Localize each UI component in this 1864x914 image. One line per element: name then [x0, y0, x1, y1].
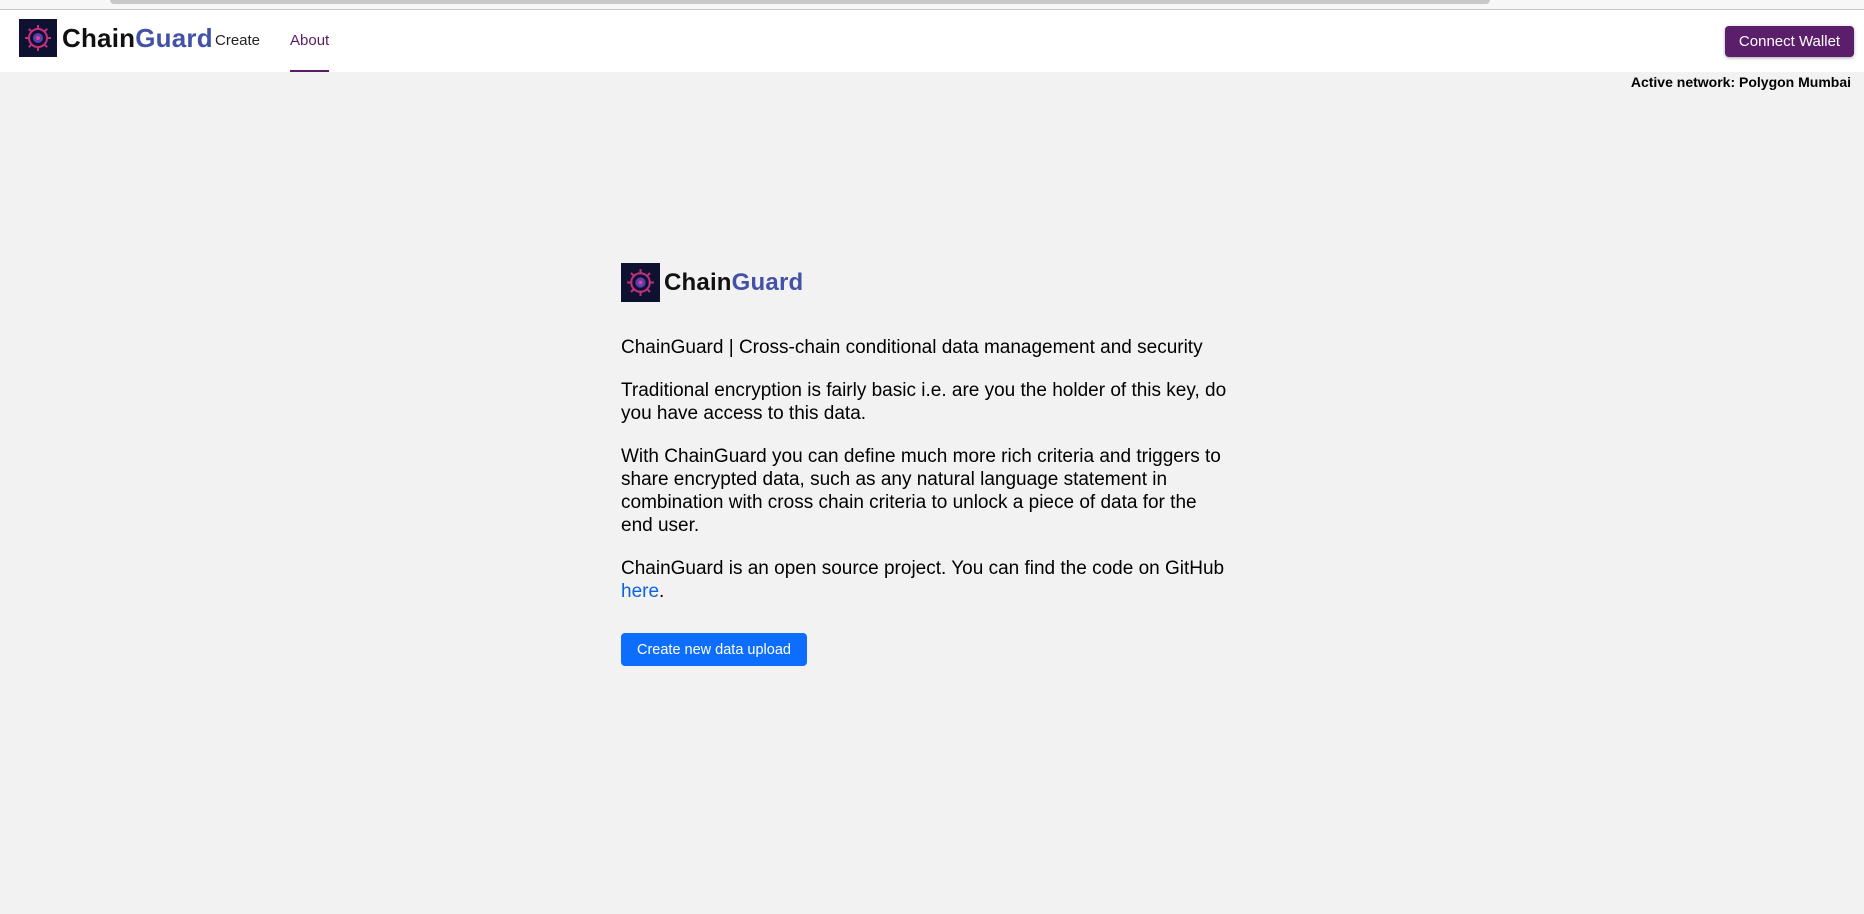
paragraph-3-period: .	[659, 581, 665, 602]
browser-top-strip	[0, 0, 1864, 10]
about-section: ChainGuard ChainGuard | Cross-chain cond…	[621, 263, 1233, 666]
brand[interactable]: ChainGuard	[19, 19, 213, 57]
paragraph-3-text: ChainGuard is an open source project. Yo…	[621, 558, 1225, 579]
nav-create[interactable]: Create	[215, 10, 260, 72]
about-brand-name: ChainGuard	[664, 269, 803, 297]
brand-name: ChainGuard	[62, 23, 213, 54]
chainguard-logo-icon	[19, 19, 57, 57]
chainguard-logo-icon	[621, 263, 660, 302]
create-new-data-upload-button[interactable]: Create new data upload	[621, 633, 807, 666]
about-brand-guard-text: Guard	[731, 268, 804, 296]
brand-chain-text: Chain	[62, 22, 136, 53]
active-network-label: Active network: Polygon Mumbai	[1630, 74, 1851, 90]
horizontal-scrollbar[interactable]	[110, 0, 1490, 4]
brand-guard-text: Guard	[135, 22, 213, 53]
nav-about[interactable]: About	[290, 10, 330, 72]
connect-wallet-button[interactable]: Connect Wallet	[1725, 26, 1854, 57]
about-brand: ChainGuard	[621, 263, 1233, 302]
about-paragraph-3: ChainGuard is an open source project. Yo…	[621, 557, 1233, 603]
about-paragraph-2: With ChainGuard you can define much more…	[621, 446, 1221, 536]
about-paragraph-1: Traditional encryption is fairly basic i…	[621, 380, 1227, 424]
about-brand-chain-text: Chain	[664, 268, 732, 296]
github-link[interactable]: here	[621, 581, 659, 602]
about-tagline: ChainGuard | Cross-chain conditional dat…	[621, 337, 1203, 358]
top-navbar: ChainGuard Create About Connect Wallet	[0, 10, 1864, 72]
